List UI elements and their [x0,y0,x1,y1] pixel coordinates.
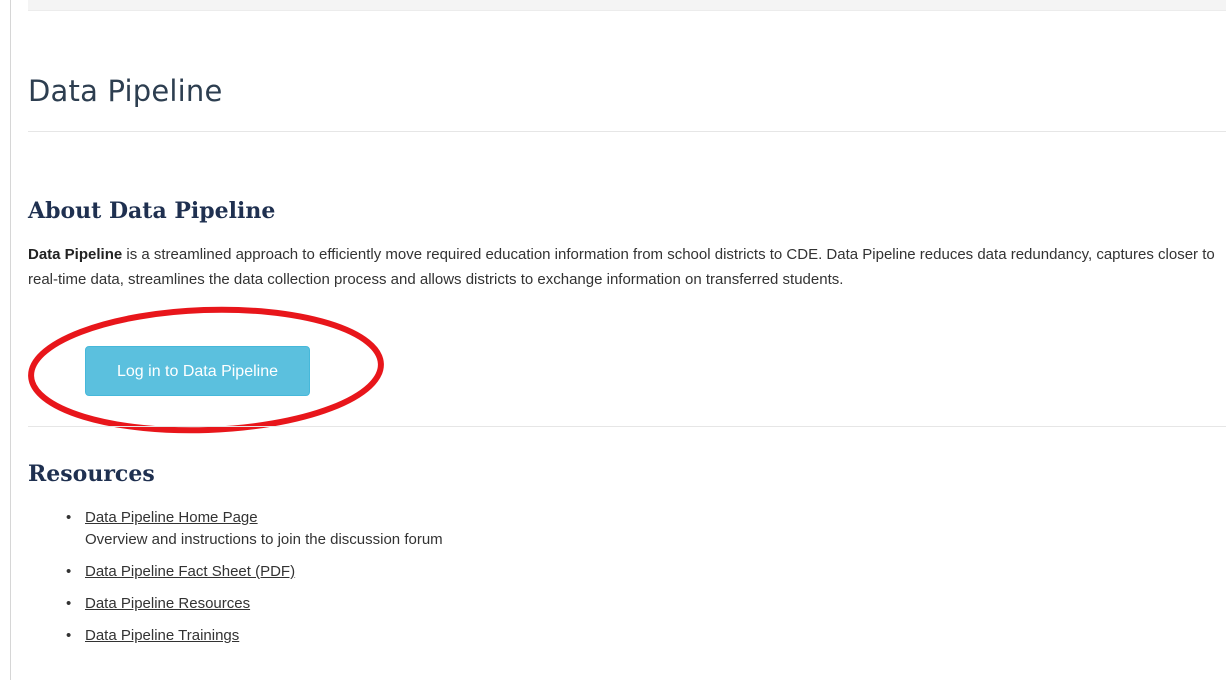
top-bar [28,0,1226,11]
resources-heading: Resources [28,461,155,487]
trainings-link[interactable]: Data Pipeline Trainings [85,627,239,644]
home-page-link[interactable]: Data Pipeline Home Page [85,509,258,526]
bullet-icon: • [66,595,72,612]
page-title: Data Pipeline [28,74,223,108]
about-lead-bold: Data Pipeline [28,246,123,263]
page: Data Pipeline About Data Pipeline Data P… [0,0,1226,680]
login-button[interactable]: Log in to Data Pipeline [85,346,310,396]
fact-sheet-link[interactable]: Data Pipeline Fact Sheet (PDF) [85,563,295,580]
bullet-icon: • [66,627,72,644]
resource-item-home-page: • Data Pipeline Home Page Overview and i… [28,507,443,551]
resource-item-fact-sheet: • Data Pipeline Fact Sheet (PDF) [28,561,443,583]
about-heading: About Data Pipeline [28,198,276,224]
about-body-text: is a streamlined approach to efficiently… [28,246,1215,288]
resource-item-resources: • Data Pipeline Resources [28,593,443,615]
resource-item-trainings: • Data Pipeline Trainings [28,625,443,647]
home-page-description: Overview and instructions to join the di… [85,531,443,548]
section-divider [28,426,1226,427]
left-border-rule [10,0,11,680]
bullet-icon: • [66,509,72,526]
bullet-icon: • [66,563,72,580]
about-paragraph: Data Pipeline is a streamlined approach … [28,242,1226,292]
resources-link[interactable]: Data Pipeline Resources [85,595,250,612]
resources-list: • Data Pipeline Home Page Overview and i… [28,507,443,657]
title-divider [28,131,1226,132]
